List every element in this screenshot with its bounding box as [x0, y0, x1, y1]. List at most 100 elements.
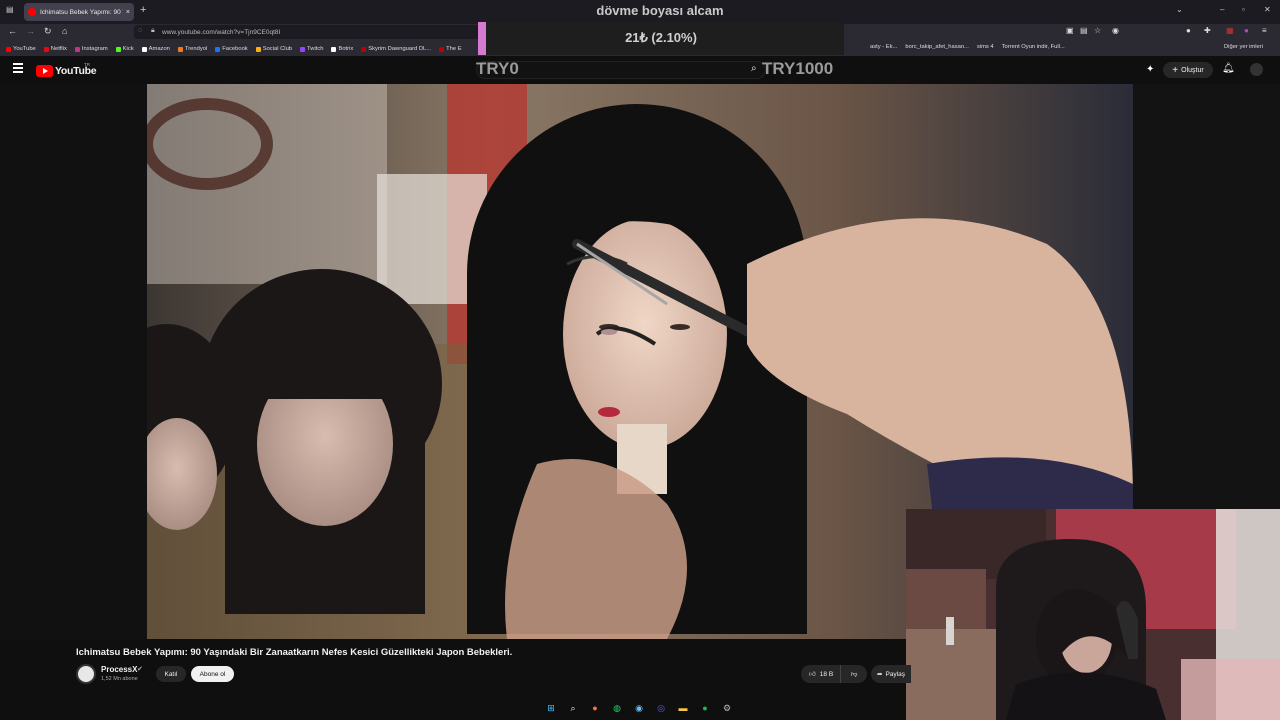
subscribe-button[interactable]: Abone ol: [191, 666, 234, 682]
bookmark-label: Botrix: [338, 46, 354, 52]
extension-badge-icon[interactable]: ▦: [1226, 26, 1234, 35]
stream-overlay-title: dövme boyası alcam: [596, 3, 724, 18]
file-explorer-icon[interactable]: ▬: [675, 700, 691, 716]
back-icon[interactable]: ←: [8, 26, 17, 36]
extensions-puzzle-icon[interactable]: ✚: [1204, 26, 1211, 35]
firefox-icon[interactable]: ●: [587, 700, 603, 716]
bookmark-label: Kick: [122, 46, 134, 52]
bookmark-item[interactable]: Instagram: [74, 46, 108, 52]
bookmark-folder[interactable]: sims 4: [977, 44, 994, 50]
channel-name[interactable]: ProcessX: [101, 665, 137, 674]
thumbs-up-icon: 👍︎: [809, 671, 816, 678]
search-icon[interactable]: ⌕: [751, 63, 757, 74]
bookmark-item[interactable]: Trendyol: [177, 46, 208, 52]
bookmark-item[interactable]: Torrent Oyun indir, Full...: [1002, 44, 1065, 50]
studio-icon[interactable]: ✦: [1146, 64, 1154, 75]
forward-icon[interactable]: →: [26, 26, 35, 36]
bookmark-label: Facebook: [222, 46, 248, 52]
discord-icon[interactable]: ◎: [653, 700, 669, 716]
bookmark-favicon-icon: [115, 46, 121, 52]
create-button[interactable]: + Oluştur: [1163, 62, 1213, 78]
bookmark-favicon-icon: [74, 46, 80, 52]
bookmark-item[interactable]: borc_takip_afet_hasan...: [905, 44, 969, 50]
bookmark-label: The E: [446, 46, 462, 52]
bookmark-label: Instagram: [81, 46, 108, 52]
like-button[interactable]: 👍︎ 18 B: [801, 665, 841, 683]
plus-icon: +: [1172, 64, 1179, 76]
verified-check-icon: ✔: [137, 666, 143, 673]
windows-icon[interactable]: ⊞: [543, 700, 559, 716]
dislike-button[interactable]: 👎︎: [841, 670, 867, 678]
bookmark-label: Social Club: [262, 46, 293, 52]
channel-avatar[interactable]: [76, 664, 96, 684]
bookmark-label: YouTube: [13, 46, 36, 52]
bookmark-favicon-icon: [331, 46, 337, 52]
hamburger-menu-icon[interactable]: [13, 63, 23, 75]
youtube-logo-icon[interactable]: [36, 65, 53, 77]
bookmark-favicon-icon: [43, 46, 49, 52]
bookmark-item[interactable]: Facebook: [215, 46, 248, 52]
donation-goal-start: TRY0: [476, 59, 519, 78]
screenshot-icon[interactable]: ▤: [1080, 26, 1088, 35]
bookmark-item[interactable]: asty - Ek...: [870, 44, 897, 50]
bookmark-favicon-icon: [255, 46, 261, 52]
share-label: Paylaş: [885, 670, 905, 678]
other-bookmarks[interactable]: Diğer yer imleri: [1224, 44, 1263, 50]
tracking-shield-icon[interactable]: ◌: [138, 27, 142, 34]
bookmark-label: Trendyol: [184, 46, 208, 52]
picture-in-picture-icon[interactable]: ▣: [1066, 26, 1074, 35]
donation-amount: 21₺ (2.10%): [625, 30, 697, 45]
youtube-wordmark[interactable]: YouTube: [55, 65, 97, 77]
bookmark-favicon-icon: [141, 46, 147, 52]
bookmark-item[interactable]: Skyrim Dawnguard DL...: [361, 46, 431, 52]
bookmark-item[interactable]: Amazon: [141, 46, 170, 52]
bookmark-star-icon[interactable]: ☆: [1094, 26, 1101, 35]
donation-goal-end: TRY1000: [762, 59, 834, 78]
bookmark-label: Amazon: [148, 46, 170, 52]
share-button[interactable]: ➦ Paylaş: [871, 665, 911, 683]
bookmarks-right-group: asty - Ek... borc_takip_afet_hasan... si…: [870, 44, 1065, 50]
join-button[interactable]: Katıl: [156, 666, 186, 682]
webcam-feed: [906, 509, 1280, 720]
bookmark-favicon-icon: [6, 46, 11, 52]
extension-icon[interactable]: ●: [1186, 26, 1191, 35]
taskbar: ⊞ ⌕ ● ◍ ◉ ◎ ▬ ● ⚙: [543, 700, 735, 716]
steam-icon[interactable]: ◉: [631, 700, 647, 716]
share-arrow-icon: ➦: [877, 671, 883, 678]
whatsapp-icon[interactable]: ◍: [609, 700, 625, 716]
player-letterbox-right: [1133, 84, 1280, 509]
settings-icon[interactable]: ⚙: [719, 700, 735, 716]
video-title: Ichimatsu Bebek Yapımı: 90 Yaşındaki Bir…: [76, 647, 513, 658]
like-dislike-group: 👍︎ 18 B 👎︎: [801, 665, 867, 683]
search-input[interactable]: [476, 61, 766, 79]
thumbs-down-icon: 👎︎: [850, 671, 858, 678]
home-icon[interactable]: ⌂: [62, 26, 67, 36]
bookmark-item[interactable]: The E: [439, 46, 462, 52]
bookmark-favicon-icon: [439, 46, 445, 52]
bookmark-item[interactable]: Kick: [115, 46, 134, 52]
bookmark-label: Twitch: [307, 46, 324, 52]
camera-icon[interactable]: ◉: [1112, 26, 1119, 35]
url-text: www.youtube.com/watch?v=Tjn9CE0qt8I: [162, 28, 281, 36]
reload-icon[interactable]: ↻: [44, 26, 52, 37]
bookmark-label: Skyrim Dawnguard DL...: [368, 46, 432, 52]
bookmark-item[interactable]: Netflix: [43, 46, 67, 52]
bookmark-item[interactable]: YouTube: [6, 46, 36, 52]
country-code: TR: [84, 62, 90, 67]
player-letterbox-left: [0, 84, 147, 639]
lock-icon[interactable]: 🔒︎: [151, 27, 155, 35]
search-icon[interactable]: ⌕: [565, 700, 581, 716]
webcam-image: [906, 509, 1280, 720]
bookmark-item[interactable]: Botrix: [331, 46, 353, 52]
notifications-bell-icon[interactable]: 🔔︎: [1222, 63, 1235, 74]
create-label: Oluştur: [1181, 66, 1204, 74]
bookmark-item[interactable]: Social Club: [255, 46, 293, 52]
spotify-icon[interactable]: ●: [697, 700, 713, 716]
menu-icon[interactable]: ≡: [1262, 26, 1267, 35]
avatar[interactable]: [1250, 63, 1263, 76]
profile-icon[interactable]: ●: [1244, 26, 1249, 35]
subscriber-count: 1,52 Mn abone: [101, 676, 138, 682]
bookmark-item[interactable]: Twitch: [300, 46, 323, 52]
bookmark-label: Netflix: [50, 46, 67, 52]
bookmark-favicon-icon: [361, 46, 367, 52]
